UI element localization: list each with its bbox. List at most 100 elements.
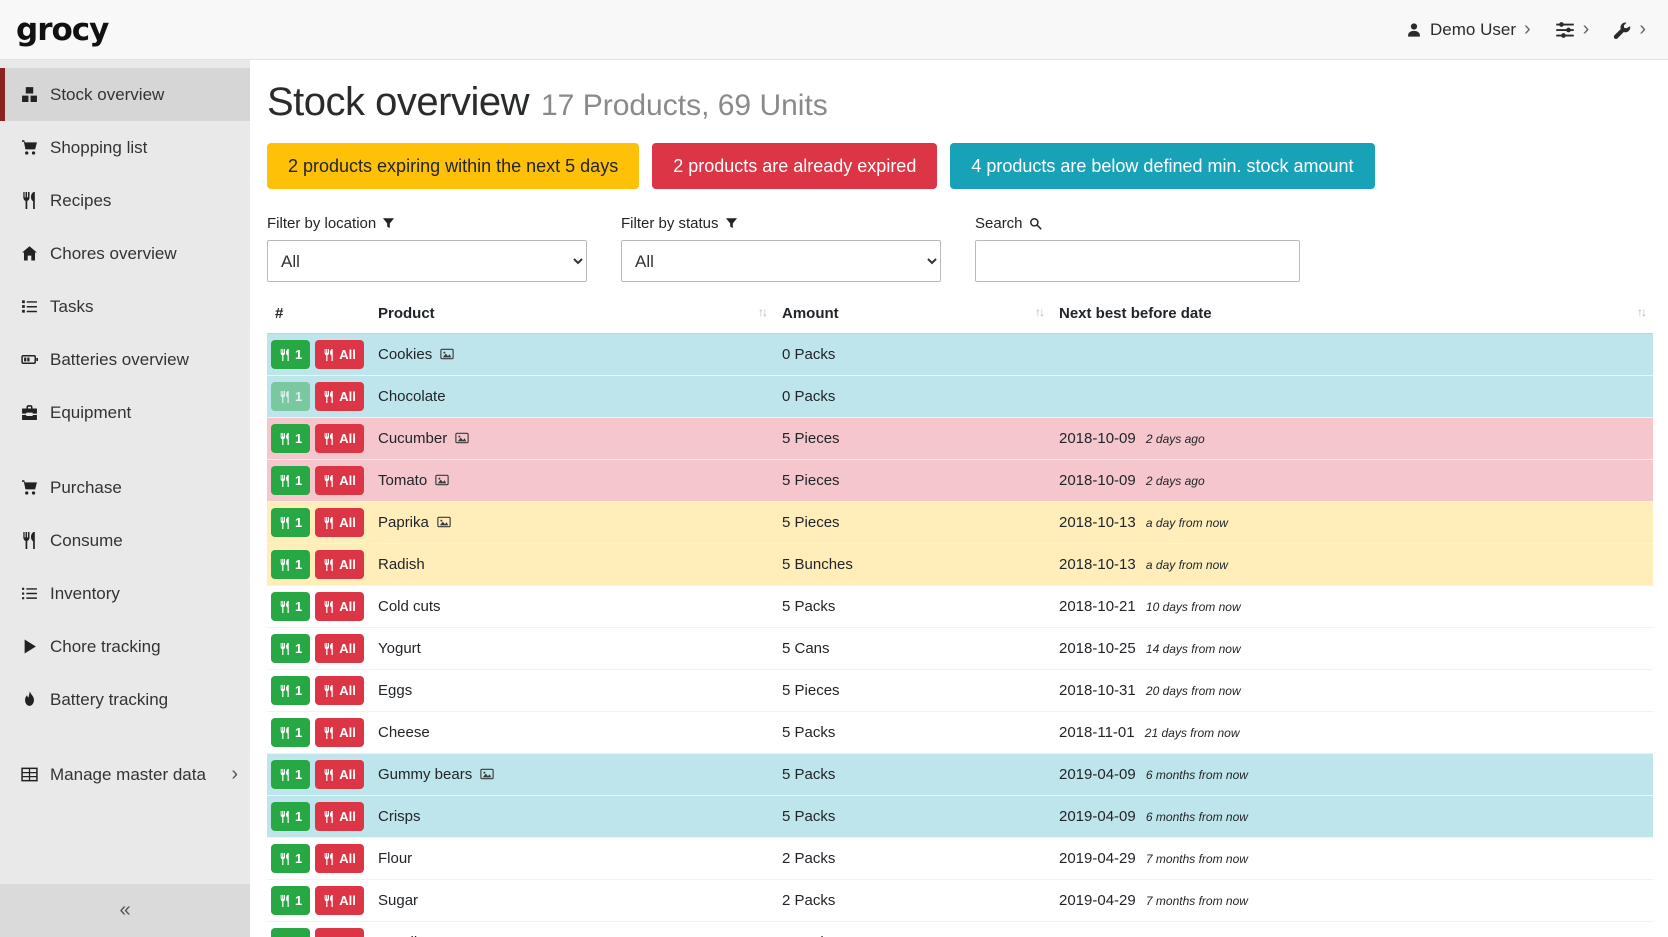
- sort-icon[interactable]: ↑↓: [1637, 305, 1645, 319]
- column-header-next-best-before-date[interactable]: Next best before date↑↓: [1051, 296, 1653, 334]
- consume-all-button[interactable]: All: [315, 718, 364, 747]
- consume-one-button[interactable]: 1: [271, 802, 310, 831]
- consume-one-button[interactable]: 1: [271, 382, 310, 411]
- best-before-cell: 2018-10-13 a day from now: [1051, 502, 1653, 544]
- settings-menu[interactable]: ›: [1555, 20, 1590, 40]
- sidebar-item-equipment[interactable]: Equipment: [0, 386, 250, 439]
- sidebar-item-stock-overview[interactable]: Stock overview: [0, 68, 250, 121]
- consume-all-button[interactable]: All: [315, 760, 364, 789]
- status-filter-select[interactable]: All: [621, 240, 941, 282]
- column-header-amount[interactable]: Amount↑↓: [774, 296, 1051, 334]
- user-menu[interactable]: Demo User ›: [1406, 20, 1531, 40]
- alert-already-expired[interactable]: 2 products are already expired: [652, 143, 937, 189]
- product-cell: Crisps: [370, 796, 774, 838]
- consume-one-button[interactable]: 1: [271, 886, 310, 915]
- consume-all-button[interactable]: All: [315, 928, 364, 937]
- sidebar-item-shopping-list[interactable]: Shopping list: [0, 121, 250, 174]
- sidebar-item-batteries-overview[interactable]: Batteries overview: [0, 333, 250, 386]
- amount-cell: 5 Cans: [774, 628, 1051, 670]
- product-image-icon[interactable]: [440, 347, 454, 361]
- sidebar-item-purchase[interactable]: Purchase: [0, 461, 250, 514]
- consume-all-button[interactable]: All: [315, 676, 364, 705]
- consume-one-button[interactable]: 1: [271, 634, 310, 663]
- amount-cell: 5 Packs: [774, 796, 1051, 838]
- consume-all-button[interactable]: All: [315, 382, 364, 411]
- consume-one-button[interactable]: 1: [271, 424, 310, 453]
- actions-cell: 1All: [267, 502, 370, 544]
- location-filter-select[interactable]: All: [267, 240, 587, 282]
- product-name: Cheese: [378, 724, 430, 741]
- consume-all-button[interactable]: All: [315, 424, 364, 453]
- product-cell: Cucumber: [370, 418, 774, 460]
- sidebar-item-battery-tracking[interactable]: Battery tracking: [0, 673, 250, 726]
- sidebar-item-consume[interactable]: Consume: [0, 514, 250, 567]
- consume-all-button[interactable]: All: [315, 508, 364, 537]
- best-before-cell: 2018-10-09 2 days ago: [1051, 460, 1653, 502]
- sidebar-nav: Stock overviewShopping listRecipesChores…: [0, 68, 250, 801]
- column-label: Product: [378, 305, 435, 322]
- consume-all-button[interactable]: All: [315, 802, 364, 831]
- date-relative-note: 7 months from now: [1146, 894, 1248, 908]
- consume-all-button[interactable]: All: [315, 886, 364, 915]
- consume-one-button[interactable]: 1: [271, 592, 310, 621]
- consume-one-button[interactable]: 1: [271, 760, 310, 789]
- consume-one-button[interactable]: 1: [271, 466, 310, 495]
- actions-cell: 1All: [267, 334, 370, 376]
- consume-one-button[interactable]: 1: [271, 718, 310, 747]
- product-image-icon[interactable]: [455, 431, 469, 445]
- table-row: 1AllEggs5 Pieces2018-10-31 20 days from …: [267, 670, 1653, 712]
- consume-all-label: All: [339, 767, 356, 782]
- sidebar-item-tasks[interactable]: Tasks: [0, 280, 250, 333]
- consume-all-button[interactable]: All: [315, 550, 364, 579]
- best-before-cell: 2019-04-29 7 months from now: [1051, 838, 1653, 880]
- admin-menu[interactable]: ›: [1613, 21, 1646, 39]
- product-name: Paprika: [378, 514, 429, 531]
- sidebar-collapse-button[interactable]: «: [0, 884, 250, 937]
- actions-cell: 1All: [267, 544, 370, 586]
- consume-all-button[interactable]: All: [315, 466, 364, 495]
- sidebar-item-chores-overview[interactable]: Chores overview: [0, 227, 250, 280]
- consume-one-label: 1: [295, 893, 302, 908]
- date-relative-note: 7 months from now: [1146, 852, 1248, 866]
- column-header-product[interactable]: Product ↑↓: [370, 296, 774, 334]
- sort-icon[interactable]: ↑↓: [1035, 305, 1043, 319]
- sidebar-item-recipes[interactable]: Recipes: [0, 174, 250, 227]
- sidebar-gap: [0, 439, 250, 461]
- consume-all-button[interactable]: All: [315, 844, 364, 873]
- utensils-icon: [323, 895, 335, 907]
- sort-icon[interactable]: ↑↓: [758, 305, 766, 319]
- product-image-icon[interactable]: [437, 515, 451, 529]
- consume-one-button[interactable]: 1: [271, 340, 310, 369]
- product-cell: Cheese: [370, 712, 774, 754]
- consume-one-label: 1: [295, 641, 302, 656]
- actions-cell: 1 All: [267, 922, 370, 937]
- consume-all-button[interactable]: All: [315, 592, 364, 621]
- actions-cell: 1 All: [267, 754, 370, 796]
- utensils-icon: [279, 517, 291, 529]
- alert-below-min-stock[interactable]: 4 products are below defined min. stock …: [950, 143, 1374, 189]
- alert-expiring-soon[interactable]: 2 products expiring within the next 5 da…: [267, 143, 639, 189]
- search-input[interactable]: [975, 240, 1300, 282]
- consume-one-button[interactable]: 1: [271, 844, 310, 873]
- utensils-icon: [18, 532, 40, 549]
- table-icon: [18, 766, 40, 783]
- product-name: Cold cuts: [378, 598, 441, 615]
- consume-one-button[interactable]: 1: [271, 928, 310, 937]
- sidebar-item-chore-tracking[interactable]: Chore tracking: [0, 620, 250, 673]
- consume-one-button[interactable]: 1: [271, 508, 310, 537]
- battery-icon: [18, 351, 40, 368]
- consume-all-button[interactable]: All: [315, 340, 364, 369]
- chevron-right-icon: ›: [1639, 19, 1646, 39]
- consume-one-button[interactable]: 1: [271, 550, 310, 579]
- product-name: Tomato: [378, 472, 427, 489]
- sidebar-item-inventory[interactable]: Inventory: [0, 567, 250, 620]
- product-image-icon[interactable]: [480, 767, 494, 781]
- actions-cell: 1All: [267, 670, 370, 712]
- consume-one-label: 1: [295, 767, 302, 782]
- table-row: 1AllNoodles5 Packs2020-06-02 2 years fro…: [267, 922, 1653, 937]
- utensils-icon: [323, 643, 335, 655]
- product-image-icon[interactable]: [435, 473, 449, 487]
- consume-all-button[interactable]: All: [315, 634, 364, 663]
- sidebar-item-manage-master-data[interactable]: Manage master data›: [0, 748, 250, 801]
- consume-one-button[interactable]: 1: [271, 676, 310, 705]
